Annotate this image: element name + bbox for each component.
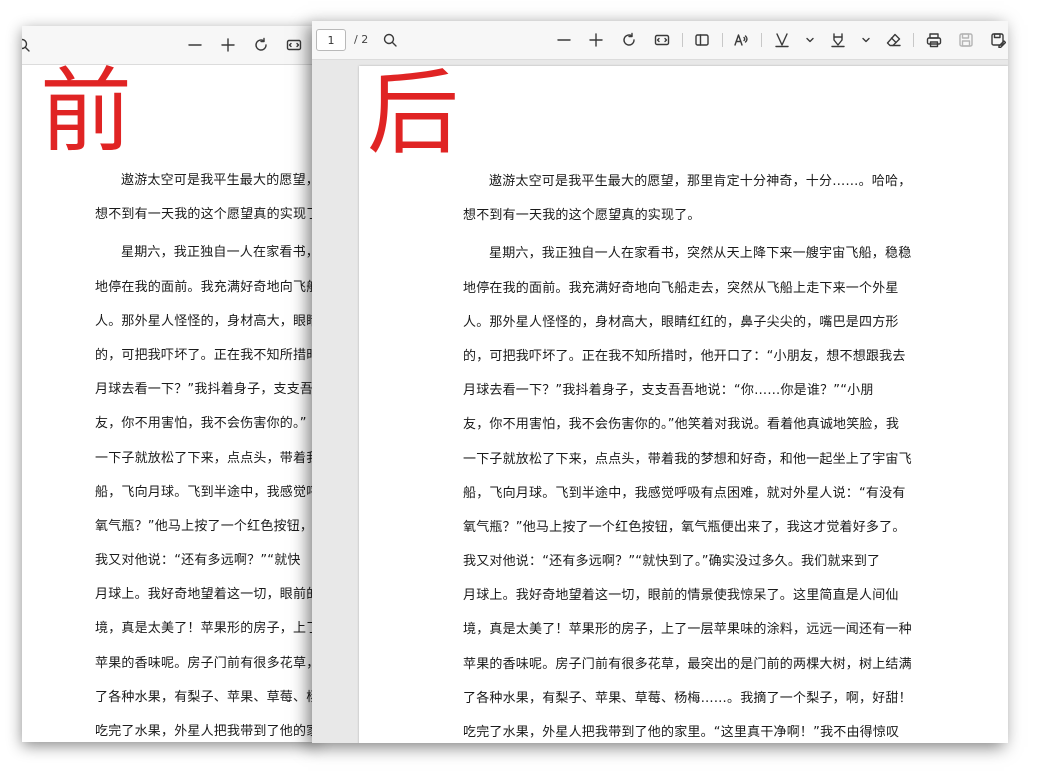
zoom-out-icon[interactable] [554, 30, 574, 50]
text-line: 月球去看一下？”我抖着身子，支支吾吾地说：“你……你是谁？”“小朋 [463, 383, 874, 399]
text-line: 友，你不用害怕，我不会伤害你的。”他笑着对我说。看着他真诚地笑脸，我 [463, 417, 900, 433]
before-label: 前 [40, 65, 133, 165]
text-line: 一下子就放松了下来，点点头，带着我的梦想和好奇，和他一起坐上了宇宙飞 [463, 451, 912, 467]
text-line: 地停在我的面前。我充满好奇地向飞船 [95, 279, 317, 295]
text-line: 苹果的香味呢。房子门前有很多花草，最突出的是门前的两棵大树，树上结满 [463, 656, 912, 672]
text-line: 人。那外星人怪怪的，身材高大，眼睛 [95, 313, 317, 329]
save-icon[interactable] [956, 30, 976, 50]
text-line: 月球上。我好奇地望着这一切，眼前的情景使我惊呆了。这里简直是人间仙 [463, 588, 899, 604]
rotate-icon[interactable] [251, 35, 271, 55]
after-label: 后 [367, 66, 460, 167]
zoom-in-icon[interactable] [586, 30, 606, 50]
text-line: 星期六，我正独自一人在家看书， [121, 245, 317, 261]
before-toolbar [22, 26, 317, 65]
text-line: 想不到有一天我的这个愿望真的实现了 [95, 207, 317, 223]
text-line: 月球去看一下？”我抖着身子，支支吾 [95, 382, 314, 398]
read-aloud-icon[interactable] [731, 30, 751, 50]
text-line: 船，飞向月球。飞到半途中，我感觉呼 [95, 484, 317, 500]
after-page: 后 遨游太空可是我平生最大的愿望，那里肯定十分神奇，十分……。哈哈， 想不到有一… [359, 66, 1008, 743]
print-icon[interactable] [924, 30, 944, 50]
text-line: 的，可把我吓坏了。正在我不知所措时，他开口了：“小朋友，想不想跟我去 [463, 348, 906, 364]
text-line: 遨游太空可是我平生最大的愿望，那里肯定十分神奇，十分……。哈哈， [489, 174, 912, 189]
save-as-icon[interactable] [988, 30, 1008, 50]
chevron-down-icon[interactable] [800, 30, 820, 50]
after-viewer-window: 1 / 2 后 遨游太空可是我平生最大的愿望，那里肯定十分神奇，十分……。哈哈，… [312, 21, 1008, 743]
search-icon[interactable] [22, 35, 33, 55]
before-viewer-window: 前 遨游太空可是我平生最大的愿望， 想不到有一天我的这个愿望真的实现了 星期六，… [22, 26, 317, 742]
text-line: 了各种水果，有梨子、苹果、草莓、杨 [95, 689, 317, 705]
text-line: 地停在我的面前。我充满好奇地向飞船走去，突然从飞船上走下来一个外星 [463, 280, 899, 296]
text-line: 一下子就放松了下来，点点头，带着我 [95, 450, 317, 466]
text-line: 境，真是太美了！苹果形的房子，上了一层苹果味的涂料，远远一闻还有一种 [463, 622, 912, 638]
eraser-icon[interactable] [884, 30, 904, 50]
text-line: 境，真是太美了！苹果形的房子，上了 [95, 621, 317, 637]
text-line: 星期六，我正独自一人在家看书，突然从天上降下来一艘宇宙飞船，稳稳 [489, 246, 912, 262]
comparison-stage: 前 遨游太空可是我平生最大的愿望， 想不到有一天我的这个愿望真的实现了 星期六，… [0, 0, 1051, 783]
text-line: 了各种水果，有梨子、苹果、草莓、杨梅……。我摘了一个梨子，啊，好甜！ [463, 690, 912, 706]
text-line: 我又对他说：“还有多远啊？”“就快到了。”确实没过多久。我们就来到了 [463, 554, 881, 570]
after-toolbar: 1 / 2 [312, 21, 1008, 60]
highlight-icon[interactable] [772, 30, 792, 50]
text-line: 船，飞向月球。飞到半途中，我感觉呼吸有点困难，就对外星人说：“有没有 [463, 485, 906, 501]
text-line: 吃完了水果，外星人把我带到了他的家 [95, 724, 317, 739]
text-line: 友，你不用害怕，我不会伤害你的。” [95, 416, 307, 432]
zoom-out-icon[interactable] [185, 35, 205, 55]
zoom-in-icon[interactable] [218, 35, 238, 55]
before-text-block: 遨游太空可是我平生最大的愿望， 想不到有一天我的这个愿望真的实现了 星期六，我正… [95, 164, 317, 742]
text-line: 我又对他说：“还有多远啊？”“就快 [95, 553, 301, 569]
text-line: 吃完了水果，外星人把我带到了他的家里。“这里真干净啊！”我不由得惊叹 [463, 725, 900, 740]
search-icon[interactable] [380, 30, 400, 50]
rotate-icon[interactable] [619, 30, 639, 50]
page-view-icon[interactable] [692, 30, 712, 50]
text-line: 苹果的香味呢。房子门前有很多花草， [95, 655, 317, 671]
fit-page-icon[interactable] [284, 35, 304, 55]
text-line: 人。那外星人怪怪的，身材高大，眼睛红红的，鼻子尖尖的，嘴巴是四方形 [463, 314, 899, 330]
fit-page-icon[interactable] [652, 30, 672, 50]
text-line: 想不到有一天我的这个愿望真的实现了。 [463, 208, 701, 224]
text-line: 遨游太空可是我平生最大的愿望， [121, 173, 317, 188]
after-text-block: 遨游太空可是我平生最大的愿望，那里肯定十分神奇，十分……。哈哈， 想不到有一天我… [463, 165, 923, 743]
text-line: 氧气瓶？”他马上按了一个红色按钮， [95, 518, 314, 534]
text-line: 氧气瓶？”他马上按了一个红色按钮，氧气瓶便出来了，我这才觉着好多了。 [463, 519, 906, 535]
draw-icon[interactable] [828, 30, 848, 50]
page-number-input[interactable]: 1 [316, 29, 346, 51]
text-line: 月球上。我好奇地望着这一切，眼前的 [95, 587, 317, 603]
before-page: 前 遨游太空可是我平生最大的愿望， 想不到有一天我的这个愿望真的实现了 星期六，… [22, 65, 317, 742]
page-total: / 2 [354, 33, 369, 46]
text-line: 的，可把我吓坏了。正在我不知所措时 [95, 347, 317, 363]
chevron-down-icon[interactable] [856, 30, 876, 50]
